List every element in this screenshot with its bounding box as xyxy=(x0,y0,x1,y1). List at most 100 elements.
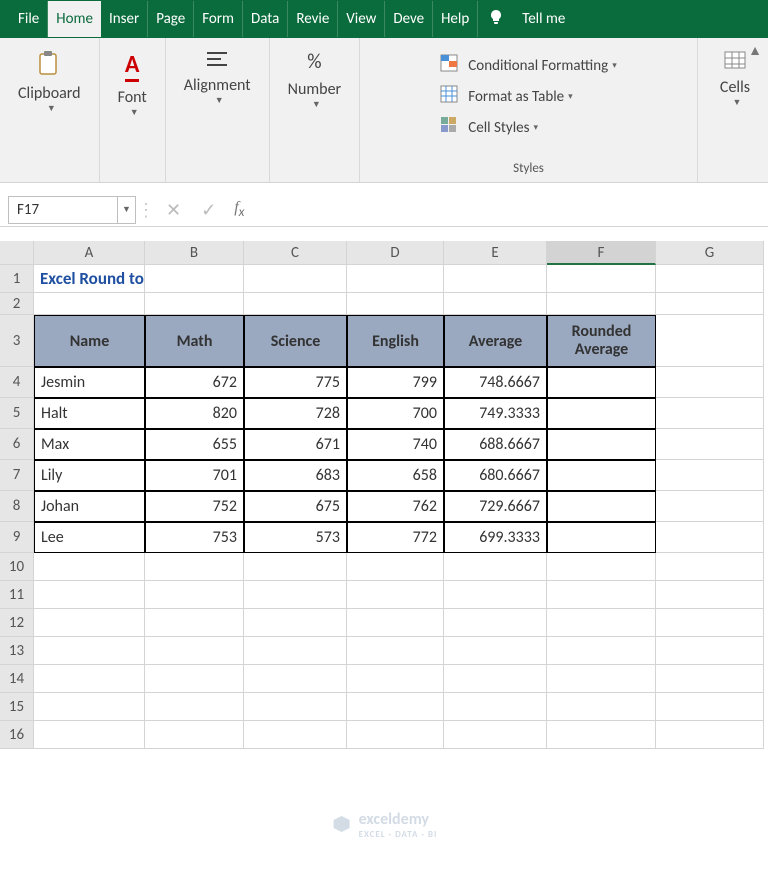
cell[interactable] xyxy=(244,553,347,581)
cell[interactable] xyxy=(547,553,656,581)
cell[interactable] xyxy=(656,293,764,315)
cell[interactable] xyxy=(244,721,347,749)
cell[interactable] xyxy=(547,460,656,491)
cell[interactable]: Average xyxy=(444,315,547,367)
cancel-icon[interactable]: ✕ xyxy=(156,199,191,221)
cell[interactable] xyxy=(34,665,145,693)
cell[interactable] xyxy=(656,721,764,749)
row-header-2[interactable]: 2 xyxy=(0,293,34,315)
cell[interactable]: 700 xyxy=(347,398,444,429)
cell[interactable]: 729.6667 xyxy=(444,491,547,522)
cell[interactable] xyxy=(547,491,656,522)
clipboard-button[interactable]: Clipboard ▼ xyxy=(10,46,89,118)
cell[interactable]: Lily xyxy=(34,460,145,491)
cell[interactable] xyxy=(347,265,444,293)
row-header-14[interactable]: 14 xyxy=(0,665,34,693)
cell[interactable] xyxy=(547,693,656,721)
cell[interactable] xyxy=(444,665,547,693)
cell[interactable] xyxy=(347,553,444,581)
row-header-10[interactable]: 10 xyxy=(0,553,34,581)
cell[interactable]: 820 xyxy=(145,398,244,429)
cell[interactable] xyxy=(656,665,764,693)
cell[interactable] xyxy=(656,609,764,637)
cell[interactable] xyxy=(444,293,547,315)
cell[interactable] xyxy=(244,609,347,637)
cell[interactable] xyxy=(656,460,764,491)
cell[interactable]: 749.3333 xyxy=(444,398,547,429)
cell[interactable] xyxy=(244,581,347,609)
cell[interactable] xyxy=(444,581,547,609)
cell[interactable]: 728 xyxy=(244,398,347,429)
cell[interactable] xyxy=(547,522,656,553)
name-box-dropdown[interactable]: ▼ xyxy=(118,196,136,224)
fx-icon[interactable]: fx xyxy=(226,199,252,220)
cell[interactable] xyxy=(547,665,656,693)
cell[interactable]: Max xyxy=(34,429,145,460)
col-header-G[interactable]: G xyxy=(656,241,764,265)
cell[interactable] xyxy=(145,721,244,749)
cell[interactable]: 762 xyxy=(347,491,444,522)
cell[interactable] xyxy=(444,265,547,293)
cell[interactable] xyxy=(244,693,347,721)
cell[interactable] xyxy=(34,581,145,609)
cell[interactable]: Name xyxy=(34,315,145,367)
cell[interactable]: English xyxy=(347,315,444,367)
cell[interactable] xyxy=(244,265,347,293)
cell[interactable] xyxy=(347,693,444,721)
ribbon-collapse-icon[interactable]: ▲ xyxy=(748,42,762,59)
cell[interactable] xyxy=(145,693,244,721)
cell[interactable] xyxy=(656,398,764,429)
col-header-D[interactable]: D xyxy=(347,241,444,265)
cell[interactable]: 672 xyxy=(145,367,244,398)
cell[interactable] xyxy=(656,553,764,581)
cell[interactable] xyxy=(347,637,444,665)
cell[interactable] xyxy=(656,522,764,553)
cell[interactable] xyxy=(444,721,547,749)
cell[interactable] xyxy=(244,293,347,315)
row-header-13[interactable]: 13 xyxy=(0,637,34,665)
cell[interactable] xyxy=(34,721,145,749)
cell[interactable]: 701 xyxy=(145,460,244,491)
cell[interactable]: 748.6667 xyxy=(444,367,547,398)
cell[interactable] xyxy=(444,693,547,721)
tab-page-layout[interactable]: Page xyxy=(148,1,194,37)
row-header-11[interactable]: 11 xyxy=(0,581,34,609)
cell[interactable] xyxy=(145,265,244,293)
cell[interactable] xyxy=(244,637,347,665)
conditional-formatting-button[interactable]: Conditional Formatting▾ xyxy=(434,50,622,81)
col-header-F[interactable]: F xyxy=(547,241,656,265)
cell[interactable]: 680.6667 xyxy=(444,460,547,491)
cell[interactable] xyxy=(145,581,244,609)
formula-input[interactable] xyxy=(252,199,768,221)
cell[interactable] xyxy=(656,265,764,293)
row-header-6[interactable]: 6 xyxy=(0,429,34,460)
tab-insert[interactable]: Inser xyxy=(101,1,148,37)
cell[interactable] xyxy=(145,553,244,581)
row-header-4[interactable]: 4 xyxy=(0,367,34,398)
cell[interactable] xyxy=(444,637,547,665)
cell[interactable] xyxy=(547,367,656,398)
col-header-B[interactable]: B xyxy=(145,241,244,265)
cell[interactable] xyxy=(656,315,764,367)
cell[interactable]: 671 xyxy=(244,429,347,460)
tab-view[interactable]: View xyxy=(338,1,385,37)
cell[interactable] xyxy=(34,693,145,721)
tell-me-search[interactable]: Tell me xyxy=(522,10,565,28)
cell[interactable]: 699.3333 xyxy=(444,522,547,553)
cell[interactable]: 683 xyxy=(244,460,347,491)
cell[interactable]: 753 xyxy=(145,522,244,553)
cell[interactable] xyxy=(145,293,244,315)
accept-icon[interactable]: ✓ xyxy=(191,199,226,221)
cell[interactable]: RoundedAverage xyxy=(547,315,656,367)
row-header-12[interactable]: 12 xyxy=(0,609,34,637)
cell[interactable] xyxy=(444,553,547,581)
tab-file[interactable]: File xyxy=(10,1,48,37)
col-header-E[interactable]: E xyxy=(444,241,547,265)
cell[interactable]: 752 xyxy=(145,491,244,522)
cell[interactable] xyxy=(547,265,656,293)
cell[interactable] xyxy=(145,609,244,637)
row-header-15[interactable]: 15 xyxy=(0,693,34,721)
cell[interactable]: Math xyxy=(145,315,244,367)
cell[interactable] xyxy=(547,398,656,429)
cell[interactable] xyxy=(347,721,444,749)
